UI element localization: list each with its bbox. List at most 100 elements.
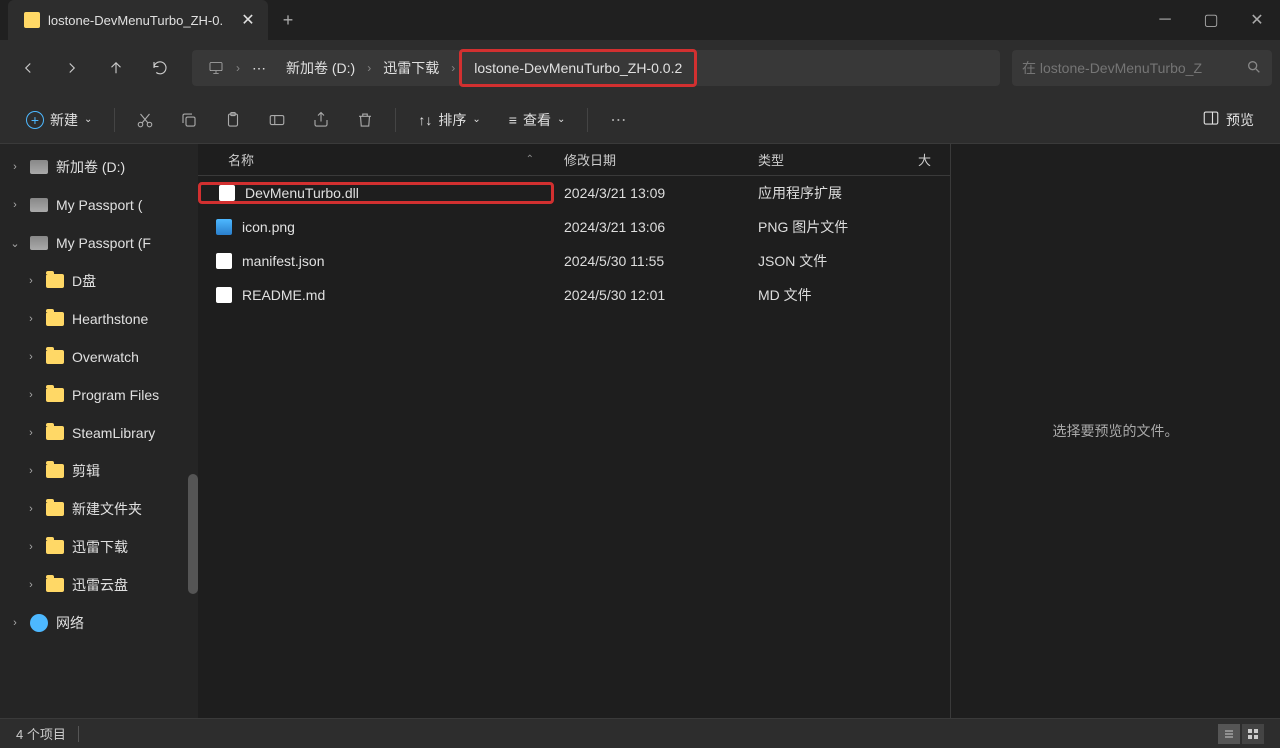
window-controls: ─ ▢ ✕ bbox=[1142, 0, 1280, 40]
close-tab-icon[interactable]: ✕ bbox=[240, 12, 256, 28]
column-name[interactable]: 名称⌃ bbox=[198, 150, 554, 169]
forward-button[interactable] bbox=[52, 48, 92, 88]
view-button[interactable]: ≡ 查看 ⌄ bbox=[499, 104, 576, 136]
chevron-icon[interactable]: › bbox=[24, 541, 38, 553]
breadcrumb-item-current[interactable]: lostone-DevMenuTurbo_ZH-0.0.2 bbox=[459, 49, 697, 87]
tab-current[interactable]: lostone-DevMenuTurbo_ZH-0. ✕ bbox=[8, 0, 268, 40]
chevron-icon[interactable]: › bbox=[24, 465, 38, 477]
drive-icon bbox=[30, 236, 48, 250]
view-toggle-group bbox=[1218, 724, 1264, 744]
file-date: 2024/3/21 13:06 bbox=[554, 219, 748, 235]
sidebar-item[interactable]: ⌄ My Passport (F bbox=[0, 224, 198, 262]
chevron-down-icon: ⌄ bbox=[472, 114, 480, 125]
column-size[interactable]: 大 bbox=[908, 150, 950, 169]
chevron-icon[interactable]: › bbox=[24, 503, 38, 515]
file-row[interactable]: manifest.json2024/5/30 11:55JSON 文件 bbox=[198, 244, 950, 278]
sidebar-item[interactable]: › 新建文件夹 bbox=[0, 490, 198, 528]
sidebar-label: SteamLibrary bbox=[72, 425, 155, 441]
details-view-button[interactable] bbox=[1218, 724, 1240, 744]
file-date: 2024/5/30 12:01 bbox=[554, 287, 748, 303]
folder-icon bbox=[46, 502, 64, 516]
search-box[interactable] bbox=[1012, 50, 1272, 86]
chevron-right-icon: › bbox=[451, 61, 455, 75]
toolbar: + 新建 ⌄ ↑↓ 排序 ⌄ ≡ 查看 ⌄ ⋯ 预览 bbox=[0, 96, 1280, 144]
up-button[interactable] bbox=[96, 48, 136, 88]
preview-toggle[interactable]: 预览 bbox=[1192, 103, 1264, 136]
breadcrumb-ellipsis[interactable]: ⋯ bbox=[244, 56, 274, 81]
file-date: 2024/3/21 13:09 bbox=[554, 185, 748, 201]
sidebar-item[interactable]: ›新加卷 (D:) bbox=[0, 148, 198, 186]
chevron-icon[interactable]: › bbox=[24, 389, 38, 401]
column-date[interactable]: 修改日期 bbox=[554, 150, 748, 169]
search-icon[interactable] bbox=[1246, 59, 1262, 78]
sidebar-label: 迅雷下载 bbox=[72, 537, 128, 557]
breadcrumb[interactable]: › ⋯ 新加卷 (D:) › 迅雷下载 › lostone-DevMenuTur… bbox=[192, 50, 1000, 86]
back-button[interactable] bbox=[8, 48, 48, 88]
chevron-icon[interactable]: › bbox=[24, 427, 38, 439]
refresh-button[interactable] bbox=[140, 48, 180, 88]
pc-icon[interactable] bbox=[200, 56, 232, 80]
file-date: 2024/5/30 11:55 bbox=[554, 253, 748, 269]
rename-button[interactable] bbox=[259, 102, 295, 138]
search-input[interactable] bbox=[1022, 60, 1246, 76]
statusbar: 4 个项目 bbox=[0, 718, 1280, 748]
sidebar-label: 迅雷云盘 bbox=[72, 575, 128, 595]
sidebar-item[interactable]: › Hearthstone bbox=[0, 300, 198, 338]
sidebar-label: Hearthstone bbox=[72, 311, 148, 327]
drive-icon bbox=[30, 160, 48, 174]
scrollbar[interactable] bbox=[188, 474, 198, 594]
file-row[interactable]: README.md2024/5/30 12:01MD 文件 bbox=[198, 278, 950, 312]
chevron-icon[interactable]: › bbox=[8, 617, 22, 629]
sidebar-item[interactable]: ›网络 bbox=[0, 604, 198, 642]
copy-button[interactable] bbox=[171, 102, 207, 138]
chevron-down-icon: ⌄ bbox=[84, 114, 92, 125]
paste-button[interactable] bbox=[215, 102, 251, 138]
chevron-icon[interactable]: ⌄ bbox=[8, 237, 22, 250]
file-name: icon.png bbox=[242, 219, 295, 235]
sidebar-item[interactable]: › SteamLibrary bbox=[0, 414, 198, 452]
chevron-down-icon: ⌄ bbox=[557, 114, 565, 125]
sidebar-item[interactable]: › 迅雷下载 bbox=[0, 528, 198, 566]
chevron-icon[interactable]: › bbox=[8, 199, 22, 211]
chevron-icon[interactable]: › bbox=[24, 579, 38, 591]
chevron-icon[interactable]: › bbox=[24, 351, 38, 363]
sidebar-label: My Passport ( bbox=[56, 197, 142, 213]
cut-button[interactable] bbox=[127, 102, 163, 138]
sidebar-item[interactable]: ›D盘 bbox=[0, 262, 198, 300]
chevron-icon[interactable]: › bbox=[8, 161, 22, 173]
delete-button[interactable] bbox=[347, 102, 383, 138]
sort-button[interactable]: ↑↓ 排序 ⌄ bbox=[408, 104, 490, 136]
breadcrumb-item[interactable]: 迅雷下载 bbox=[375, 54, 447, 82]
sidebar-item[interactable]: › My Passport ( bbox=[0, 186, 198, 224]
folder-icon bbox=[46, 312, 64, 326]
maximize-button[interactable]: ▢ bbox=[1188, 0, 1234, 40]
view-icon: ≡ bbox=[509, 112, 517, 128]
column-type[interactable]: 类型 bbox=[748, 150, 908, 169]
tab-title: lostone-DevMenuTurbo_ZH-0. bbox=[48, 13, 232, 28]
icons-view-button[interactable] bbox=[1242, 724, 1264, 744]
sidebar-item[interactable]: ›剪辑 bbox=[0, 452, 198, 490]
chevron-icon[interactable]: › bbox=[24, 313, 38, 325]
sidebar-label: My Passport (F bbox=[56, 235, 151, 251]
sort-icon: ↑↓ bbox=[418, 112, 432, 128]
new-button[interactable]: + 新建 ⌄ bbox=[16, 104, 102, 136]
breadcrumb-item[interactable]: 新加卷 (D:) bbox=[278, 54, 363, 82]
minimize-button[interactable]: ─ bbox=[1142, 0, 1188, 40]
file-name: README.md bbox=[242, 287, 325, 303]
file-row[interactable]: DevMenuTurbo.dll2024/3/21 13:09应用程序扩展 bbox=[198, 176, 950, 210]
chevron-icon[interactable]: › bbox=[24, 275, 38, 287]
close-window-button[interactable]: ✕ bbox=[1234, 0, 1280, 40]
more-button[interactable]: ⋯ bbox=[600, 102, 636, 138]
share-button[interactable] bbox=[303, 102, 339, 138]
sidebar-label: 新建文件夹 bbox=[72, 499, 142, 519]
network-icon bbox=[30, 614, 48, 632]
sidebar-item[interactable]: ›Overwatch bbox=[0, 338, 198, 376]
file-icon bbox=[219, 185, 235, 201]
main-area: ›新加卷 (D:)›My Passport (⌄My Passport (F›D… bbox=[0, 144, 1280, 718]
new-tab-button[interactable]: + bbox=[268, 0, 308, 40]
sidebar-item[interactable]: › 迅雷云盘 bbox=[0, 566, 198, 604]
file-icon bbox=[216, 219, 232, 235]
file-row[interactable]: icon.png2024/3/21 13:06PNG 图片文件 bbox=[198, 210, 950, 244]
sidebar-item[interactable]: ›Program Files bbox=[0, 376, 198, 414]
file-type: JSON 文件 bbox=[748, 251, 908, 271]
